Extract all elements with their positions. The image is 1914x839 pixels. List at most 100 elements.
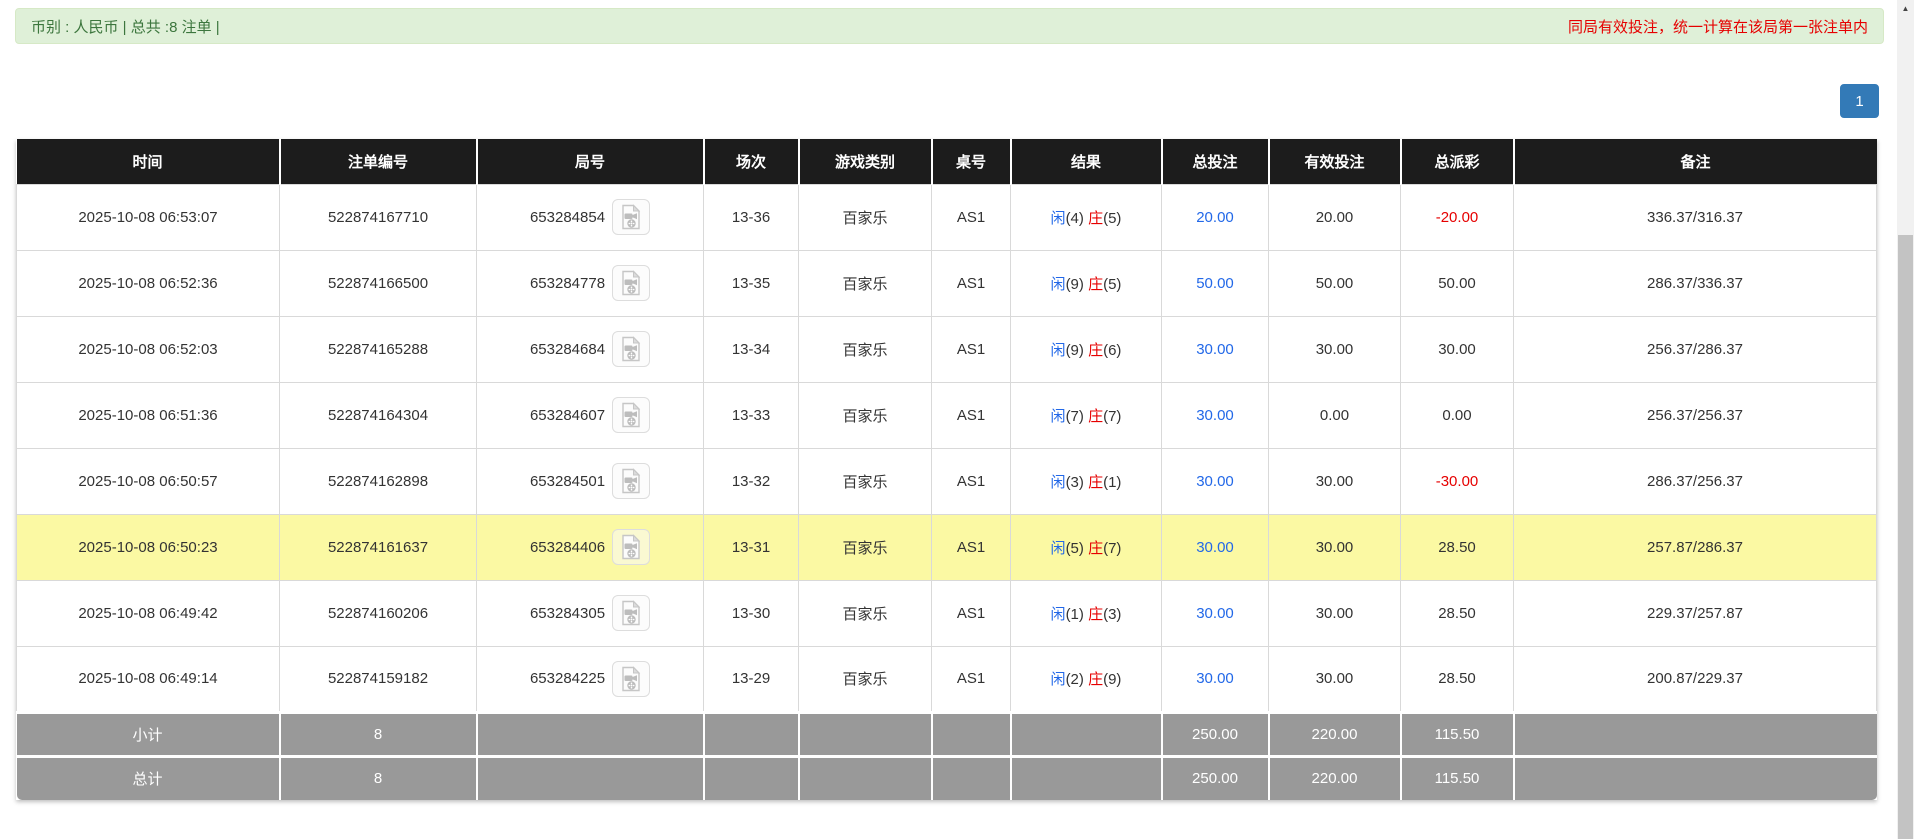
col-game-type: 游戏类别 (798, 139, 933, 184)
round-id-text: 653284501 (529, 472, 606, 490)
game-type-cell: 百家乐 (798, 447, 932, 515)
total-bet-link[interactable]: 30.00 (1196, 670, 1234, 687)
total-bet-cell: 30.00 (1161, 447, 1269, 515)
player-result-label: 闲 (1050, 209, 1066, 227)
remark-cell: 200.87/229.37 (1513, 645, 1877, 713)
banker-result-label: 庄 (1088, 671, 1104, 688)
bet-id-cell: 522874161637 (279, 513, 477, 581)
bet-id-cell: 522874160206 (279, 579, 477, 647)
banker-result-label: 庄 (1088, 605, 1104, 623)
result-cell: 闲(2) 庄(9) (1010, 645, 1162, 713)
banker-result-score: (6) (1103, 341, 1122, 359)
table-no-cell: AS1 (931, 183, 1011, 251)
banker-result-label: 庄 (1088, 473, 1104, 491)
session-cell: 13-35 (703, 249, 799, 317)
payout-cell: 0.00 (1400, 381, 1514, 449)
scrollbar-thumb[interactable] (1898, 235, 1913, 839)
valid-bet-cell: 30.00 (1268, 315, 1401, 383)
valid-bet-cell: 30.00 (1268, 447, 1401, 515)
total-bet-link[interactable]: 20.00 (1196, 209, 1234, 226)
table-row: 2025-10-08 06:52:03 522874165288 6532846… (16, 315, 1877, 383)
banker-result-label: 庄 (1088, 275, 1104, 293)
total-bet-cell: 20.00 (1161, 183, 1269, 251)
session-cell: 13-34 (703, 315, 799, 383)
video-replay-button[interactable] (612, 199, 651, 235)
banker-result-score: (3) (1103, 605, 1122, 623)
time-cell: 2025-10-08 06:52:03 (16, 315, 280, 383)
total-bet-link[interactable]: 50.00 (1196, 275, 1234, 292)
video-replay-button[interactable] (612, 660, 651, 697)
video-file-icon (622, 665, 641, 691)
video-replay-button[interactable] (612, 331, 651, 367)
summary-count-cell: 8 (279, 754, 478, 800)
session-cell: 13-29 (703, 645, 799, 713)
player-result-score: (9) (1065, 275, 1084, 293)
video-replay-button[interactable] (612, 529, 651, 565)
table-no-cell: AS1 (931, 249, 1011, 317)
payout-cell: 28.50 (1400, 513, 1514, 581)
total-bet-cell: 50.00 (1161, 249, 1269, 317)
banker-result-label: 庄 (1088, 209, 1104, 227)
player-result-label: 闲 (1050, 473, 1066, 491)
table-row: 2025-10-08 06:51:36 522874164304 6532846… (16, 381, 1877, 449)
session-cell: 13-30 (703, 579, 799, 647)
table-row: 2025-10-08 06:52:36 522874166500 6532847… (16, 249, 1877, 317)
banker-result-score: (5) (1103, 209, 1122, 227)
round-id-cell: 653284501 (476, 447, 704, 515)
total-bet-link[interactable]: 30.00 (1196, 473, 1234, 490)
result-cell: 闲(4) 庄(5) (1010, 183, 1162, 251)
bet-id-cell: 522874159182 (279, 645, 477, 713)
video-file-icon (622, 600, 641, 626)
player-result-label: 闲 (1050, 539, 1066, 557)
summary-total-bet-cell: 250.00 (1161, 754, 1270, 800)
player-result-score: (3) (1065, 473, 1084, 491)
col-bet-id: 注单编号 (279, 139, 478, 184)
video-replay-button[interactable] (612, 463, 651, 499)
video-replay-button[interactable] (612, 265, 651, 301)
session-cell: 13-36 (703, 183, 799, 251)
round-id-text: 653284684 (529, 340, 606, 358)
player-result-label: 闲 (1050, 407, 1066, 425)
round-id-text: 653284305 (529, 604, 606, 622)
summary-count-cell: 8 (279, 710, 478, 756)
valid-bet-cell: 0.00 (1268, 381, 1401, 449)
game-type-cell: 百家乐 (798, 315, 932, 383)
session-cell: 13-33 (703, 381, 799, 449)
time-cell: 2025-10-08 06:50:57 (16, 447, 280, 515)
video-replay-button[interactable] (612, 397, 651, 433)
valid-bet-cell: 30.00 (1268, 579, 1401, 647)
video-file-icon (622, 204, 641, 230)
banker-result-score: (7) (1103, 539, 1122, 557)
valid-bet-cell: 20.00 (1268, 183, 1401, 251)
video-file-icon (622, 336, 641, 362)
total-bet-link[interactable]: 30.00 (1196, 539, 1234, 556)
game-type-cell: 百家乐 (798, 249, 932, 317)
bet-id-cell: 522874166500 (279, 249, 477, 317)
remark-cell: 257.87/286.37 (1513, 513, 1877, 581)
total-bet-link[interactable]: 30.00 (1196, 341, 1234, 358)
banker-result-score: (1) (1103, 473, 1122, 491)
player-result-label: 闲 (1050, 605, 1066, 623)
table-no-cell: AS1 (931, 315, 1011, 383)
round-id-text: 653284778 (529, 274, 606, 292)
result-cell: 闲(3) 庄(1) (1010, 447, 1162, 515)
time-cell: 2025-10-08 06:49:42 (16, 579, 280, 647)
result-cell: 闲(7) 庄(7) (1010, 381, 1162, 449)
time-cell: 2025-10-08 06:51:36 (16, 381, 280, 449)
banker-result-score: (5) (1103, 275, 1122, 293)
round-id-cell: 653284607 (476, 381, 704, 449)
summary-label-cell: 总计 (16, 754, 281, 800)
total-bet-link[interactable]: 30.00 (1196, 605, 1234, 622)
page-button-1[interactable]: 1 (1840, 84, 1879, 118)
total-bet-link[interactable]: 30.00 (1196, 407, 1234, 424)
player-result-score: (4) (1065, 209, 1084, 227)
time-cell: 2025-10-08 06:52:36 (16, 249, 280, 317)
video-replay-button[interactable] (612, 595, 651, 631)
time-cell: 2025-10-08 06:50:23 (16, 513, 280, 581)
scroll-up-arrow-icon[interactable]: ▲ (1897, 0, 1914, 17)
bet-id-cell: 522874167710 (279, 183, 477, 251)
player-result-score: (5) (1065, 539, 1084, 557)
col-time: 时间 (16, 139, 281, 184)
vertical-scrollbar[interactable]: ▲ (1897, 0, 1914, 839)
table-row: 2025-10-08 06:49:14 522874159182 6532842… (16, 645, 1877, 713)
